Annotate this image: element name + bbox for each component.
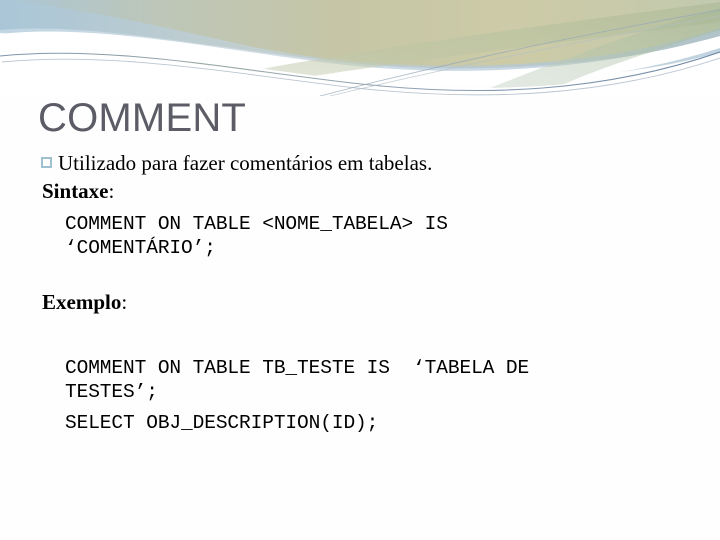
banner-sage-tail	[470, 8, 720, 96]
slide-body: Utilizado para fazer comentários em tabe…	[0, 150, 720, 435]
syntax-label-colon: :	[108, 179, 115, 203]
banner-olive-arc	[150, 2, 720, 96]
example-code-line-2: TESTES’;	[65, 381, 158, 403]
banner-blue-wedge	[0, 0, 720, 81]
banner-bottom-mask	[0, 49, 720, 96]
example-label-text: Exemplo	[42, 290, 122, 314]
syntax-code-line-1: COMMENT ON TABLE <NOME_TABELA> IS	[65, 213, 448, 235]
banner-base-band	[0, 0, 720, 69]
slide-canvas: COMMENT Utilizado para fazer comentários…	[0, 0, 720, 540]
bullet-list-item: Utilizado para fazer comentários em tabe…	[0, 150, 720, 177]
syntax-code-line-2: ‘COMENTÁRIO’;	[65, 237, 216, 259]
swoosh-banner	[0, 0, 720, 96]
syntax-label-text: Sintaxe	[42, 179, 109, 203]
bullet-item-label: Utilizado para fazer comentários em tabe…	[58, 151, 433, 175]
syntax-label: Sintaxe:	[0, 177, 720, 205]
banner-hairline-2	[1, 57, 720, 96]
banner-hairline-1	[0, 51, 720, 92]
banner-hairline-4	[329, 15, 720, 96]
swoosh-banner-graphic	[0, 0, 720, 96]
hollow-square-bullet-icon	[41, 157, 52, 168]
example-code-line-3: SELECT OBJ_DESCRIPTION(ID);	[65, 412, 379, 434]
example-label: Exemplo:	[0, 288, 720, 316]
page-title: COMMENT	[38, 96, 247, 140]
banner-white-swoosh	[0, 31, 720, 86]
banner-hairline-3	[319, 9, 720, 96]
example-label-colon: :	[121, 290, 128, 314]
example-code-line-1: COMMENT ON TABLE TB_TESTE IS ‘TABELA DE	[65, 357, 530, 379]
